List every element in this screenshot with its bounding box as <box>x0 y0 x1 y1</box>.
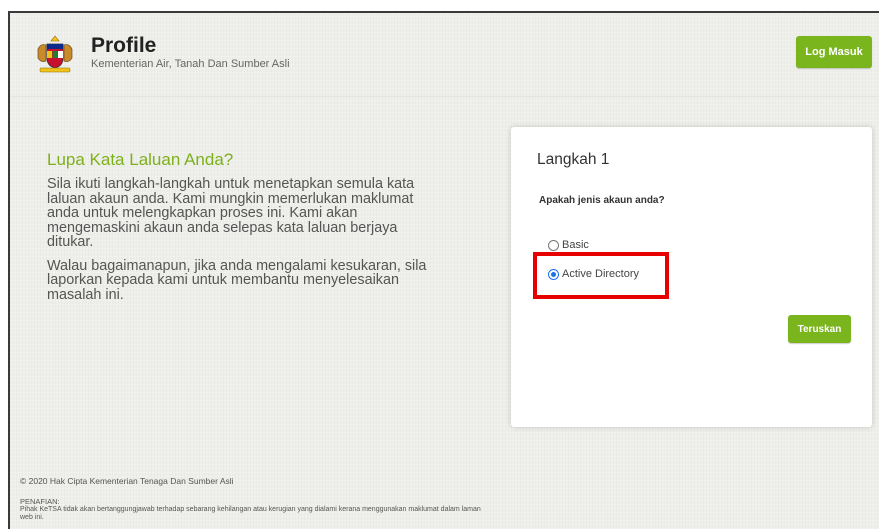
footer: © 2020 Hak Cipta Kementerian Tenaga Dan … <box>20 476 540 522</box>
coat-of-arms-icon <box>37 35 73 73</box>
login-button[interactable]: Log Masuk <box>796 36 872 68</box>
header-divider <box>10 96 879 97</box>
radio-basic[interactable] <box>548 239 559 251</box>
intro-paragraph-2: Walau bagaimanapun, jika anda mengalami … <box>47 257 427 303</box>
page-frame: Profile Kementerian Air, Tanah Dan Sumbe… <box>8 11 879 529</box>
step-card: Langkah 1 Apakah jenis akaun anda? Basic… <box>511 127 872 427</box>
radio-basic-label: Basic <box>562 239 589 251</box>
intro-heading: Lupa Kata Laluan Anda? <box>47 150 234 169</box>
app-title: Profile <box>91 34 157 57</box>
disclaimer-text: Pihak KeTSA tidak akan bertanggungjawab … <box>20 506 481 521</box>
highlight-box <box>533 252 669 299</box>
copyright-text: © 2020 Hak Cipta Kementerian Tenaga Dan … <box>20 476 234 486</box>
radio-option-basic[interactable]: Basic <box>548 239 589 251</box>
account-type-question: Apakah jenis akaun anda? <box>539 195 665 206</box>
ministry-name: Kementerian Air, Tanah Dan Sumber Asli <box>91 58 290 70</box>
intro-paragraph-1: Sila ikuti langkah-langkah untuk menetap… <box>47 176 415 250</box>
header: Profile Kementerian Air, Tanah Dan Sumbe… <box>10 13 879 93</box>
continue-button[interactable]: Teruskan <box>788 315 851 343</box>
step-title: Langkah 1 <box>537 151 610 168</box>
intro-section: Lupa Kata Laluan Anda? Sila ikuti langka… <box>47 150 427 311</box>
disclaimer-title: PENAFIAN: <box>20 497 60 506</box>
